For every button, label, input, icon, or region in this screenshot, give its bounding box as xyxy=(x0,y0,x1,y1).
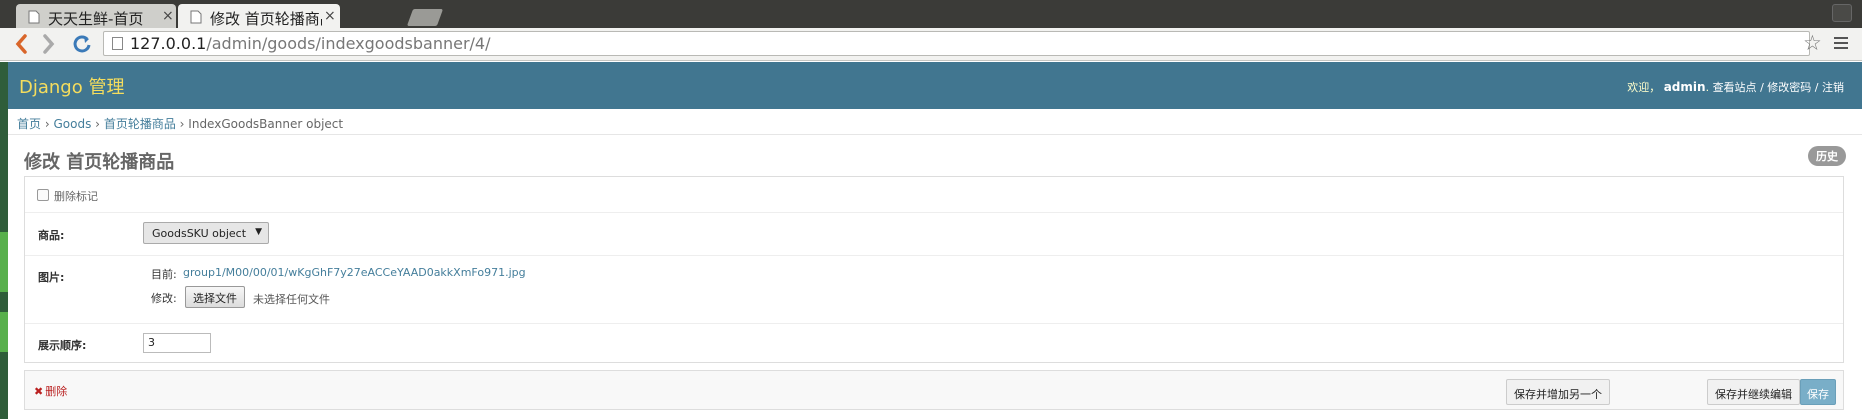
page-icon xyxy=(112,37,123,50)
browser-tab-active[interactable]: 修改 首页轮播商品 | D × xyxy=(178,4,340,28)
page-icon xyxy=(190,10,202,24)
delete-mark-label[interactable]: 删除标记 xyxy=(54,188,98,204)
browser-tab-home[interactable]: 天天生鲜-首页 × xyxy=(16,4,176,28)
close-tab-icon[interactable]: × xyxy=(162,8,174,24)
form-row-order: 展示顺序: 3 xyxy=(25,324,1843,364)
username: admin xyxy=(1663,80,1706,94)
separator: / xyxy=(1814,81,1819,94)
history-button[interactable]: 历史 xyxy=(1808,146,1846,166)
page-title: 修改 首页轮播商品 xyxy=(24,152,175,173)
forward-arrow-icon[interactable] xyxy=(42,33,56,55)
delete-link[interactable]: ✖ 删除 xyxy=(34,383,67,399)
breadcrumb-separator: › xyxy=(179,117,185,131)
save-button[interactable]: 保存 xyxy=(1800,379,1836,405)
form-fieldset: 删除标记 商品: GoodsSKU object ▼ 图片: 目前: group… xyxy=(24,176,1844,363)
admin-header: Django 管理 欢迎， admin. 查看站点 / 修改密码 / 注销 xyxy=(8,62,1862,109)
breadcrumb: 首页 › Goods › 首页轮播商品 › IndexGoodsBanner o… xyxy=(8,110,1862,135)
user-tools: 欢迎， admin. 查看站点 / 修改密码 / 注销 xyxy=(1627,80,1844,94)
form-row-delete-mark: 删除标记 xyxy=(25,177,1843,213)
save-add-another-button[interactable]: 保存并增加另一个 xyxy=(1506,379,1610,405)
browser-toolbar: 127.0.0.1/admin/goods/indexgoodsbanner/4… xyxy=(0,28,1862,61)
order-input[interactable]: 3 xyxy=(143,333,211,353)
form-row-image: 图片: 目前: group1/M00/00/01/wKgGhF7y27eACCe… xyxy=(25,256,1843,324)
image-change-label: 修改: xyxy=(151,292,177,305)
site-branding[interactable]: Django 管理 xyxy=(19,73,124,99)
breadcrumb-separator: › xyxy=(95,117,100,131)
goods-select[interactable]: GoodsSKU object ▼ xyxy=(143,222,269,244)
address-bar[interactable]: 127.0.0.1/admin/goods/indexgoodsbanner/4… xyxy=(103,31,1810,56)
tab-title: 天天生鲜-首页 xyxy=(48,10,144,28)
back-arrow-icon[interactable] xyxy=(14,33,28,55)
breadcrumb-app[interactable]: Goods xyxy=(53,117,91,131)
close-tab-icon[interactable]: × xyxy=(324,8,336,24)
reload-icon[interactable] xyxy=(72,34,92,54)
bookmark-star-icon[interactable]: ☆ xyxy=(1803,31,1822,55)
page-icon xyxy=(28,10,40,24)
browser-tab-strip: 天天生鲜-首页 × 修改 首页轮播商品 | D × xyxy=(0,0,1862,28)
url-text: 127.0.0.1/admin/goods/indexgoodsbanner/4… xyxy=(130,34,491,53)
welcome-text: 欢迎， xyxy=(1627,81,1661,94)
file-status-text: 未选择任何文件 xyxy=(253,293,330,306)
delete-x-icon: ✖ xyxy=(34,385,44,398)
delete-mark-checkbox[interactable] xyxy=(37,189,49,201)
choose-file-button[interactable]: 选择文件 xyxy=(185,286,245,308)
goods-label: 商品: xyxy=(38,229,65,242)
profile-icon[interactable] xyxy=(1832,4,1852,22)
view-site-link[interactable]: 查看站点 xyxy=(1713,81,1757,94)
logout-link[interactable]: 注销 xyxy=(1822,81,1844,94)
image-current-label: 目前: xyxy=(151,268,177,281)
breadcrumb-model[interactable]: 首页轮播商品 xyxy=(104,117,176,131)
breadcrumb-home[interactable]: 首页 xyxy=(17,117,41,131)
desktop-edge xyxy=(0,62,8,419)
breadcrumb-current: IndexGoodsBanner object xyxy=(188,117,344,131)
order-label: 展示顺序: xyxy=(38,339,87,352)
breadcrumb-separator: › xyxy=(44,117,50,131)
change-password-link[interactable]: 修改密码 xyxy=(1767,81,1811,94)
dropdown-arrow-icon: ▼ xyxy=(255,227,262,237)
goods-selected-value: GoodsSKU object xyxy=(152,227,247,240)
menu-icon[interactable] xyxy=(1834,37,1848,52)
image-current-link[interactable]: group1/M00/00/01/wKgGhF7y27eACCeYAAD0akk… xyxy=(183,266,526,279)
save-continue-button[interactable]: 保存并继续编辑 xyxy=(1707,379,1800,405)
tab-title: 修改 首页轮播商品 | D xyxy=(210,10,322,28)
image-label: 图片: xyxy=(38,271,65,284)
submit-row: ✖ 删除 保存并增加另一个 保存并继续编辑 保存 xyxy=(24,370,1844,410)
new-tab-button[interactable] xyxy=(406,9,444,26)
separator: / xyxy=(1760,81,1764,94)
form-row-goods: 商品: GoodsSKU object ▼ xyxy=(25,213,1843,256)
